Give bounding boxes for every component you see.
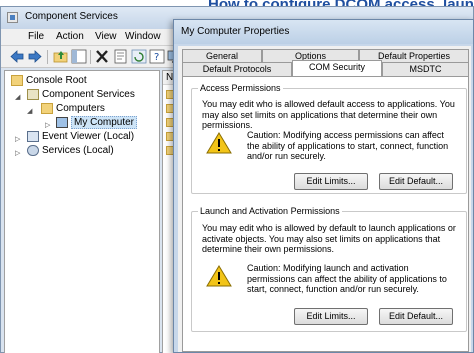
tree-label: Event Viewer (Local) — [42, 131, 135, 142]
tree-label: Component Services — [42, 89, 135, 100]
dialog-title: My Computer Properties — [181, 26, 290, 37]
folder-icon — [41, 103, 53, 114]
access-permissions-description: You may edit who is allowed default acce… — [202, 99, 455, 130]
launch-caution-text: Caution: Modifying launch and activation… — [247, 263, 447, 294]
toolbar-separator — [90, 50, 91, 64]
access-permissions-group: Access Permissions You may edit who is a… — [191, 83, 467, 194]
com-security-tab-page: Access Permissions You may edit who is a… — [182, 76, 469, 352]
my-computer-properties-dialog: My Computer Properties General Options D… — [173, 19, 474, 353]
dialog-body: General Options Default Properties Defau… — [178, 46, 471, 352]
back-arrow-icon[interactable] — [9, 49, 25, 64]
help-icon[interactable]: ? — [149, 49, 165, 64]
tree-label: My Computer — [71, 116, 138, 129]
up-folder-icon[interactable] — [53, 49, 69, 64]
launch-activation-title: Launch and Activation Permissions — [198, 206, 342, 216]
tree-item-event-viewer[interactable]: Event Viewer (Local) — [27, 131, 134, 145]
dialog-title-bar[interactable]: My Computer Properties — [174, 20, 473, 44]
tree-item-console-root[interactable]: Console Root — [11, 75, 87, 89]
tree-item-computers[interactable]: Computers — [41, 103, 105, 117]
toolbar-separator — [47, 50, 48, 64]
expand-arrow-icon[interactable]: ▷ — [45, 121, 50, 129]
properties-icon[interactable] — [113, 49, 129, 64]
tree-label: Console Root — [26, 75, 87, 86]
access-edit-limits-button[interactable]: Edit Limits... — [294, 173, 368, 190]
delete-icon[interactable] — [94, 49, 110, 64]
services-gear-icon — [27, 145, 39, 156]
show-tree-icon[interactable] — [71, 49, 87, 64]
tree-label: Computers — [56, 103, 105, 114]
launch-activation-group: Launch and Activation Permissions You ma… — [191, 206, 467, 332]
warning-icon — [206, 132, 232, 154]
folder-icon — [11, 75, 23, 86]
access-caution-text: Caution: Modifying access permissions ca… — [247, 130, 449, 161]
access-permissions-title: Access Permissions — [198, 83, 283, 93]
forward-arrow-icon[interactable] — [27, 49, 43, 64]
tab-msdtc[interactable]: MSDTC — [382, 62, 469, 76]
access-edit-default-button[interactable]: Edit Default... — [379, 173, 453, 190]
collapse-arrow-icon[interactable]: ◢ — [27, 107, 32, 115]
tree-item-my-computer[interactable]: My Computer — [56, 116, 138, 131]
tree-label: Services (Local) — [42, 145, 114, 156]
component-services-icon — [27, 89, 39, 100]
event-viewer-icon — [27, 131, 39, 142]
console-tree: Console Root ◢ Component Services ◢ Comp… — [4, 70, 160, 353]
warning-icon — [206, 265, 232, 287]
collapse-arrow-icon[interactable]: ◢ — [15, 93, 20, 101]
launch-edit-limits-button[interactable]: Edit Limits... — [294, 308, 368, 325]
expand-arrow-icon[interactable]: ▷ — [15, 135, 20, 143]
tree-item-component-services[interactable]: Component Services — [27, 89, 135, 103]
tab-general[interactable]: General — [182, 49, 262, 62]
menu-view[interactable]: View — [95, 31, 117, 42]
launch-edit-default-button[interactable]: Edit Default... — [379, 308, 453, 325]
menu-action[interactable]: Action — [56, 31, 84, 42]
tab-com-security[interactable]: COM Security — [292, 60, 382, 76]
computer-icon — [56, 117, 68, 128]
component-services-app-icon — [7, 12, 18, 23]
menu-file[interactable]: File — [28, 31, 44, 42]
svg-text:?: ? — [154, 52, 159, 63]
menu-window[interactable]: Window — [125, 31, 161, 42]
refresh-icon[interactable] — [131, 49, 147, 64]
tab-default-protocols[interactable]: Default Protocols — [182, 62, 292, 76]
tree-item-services[interactable]: Services (Local) — [27, 145, 114, 159]
expand-arrow-icon[interactable]: ▷ — [15, 149, 20, 157]
main-window-title: Component Services — [25, 11, 118, 22]
launch-activation-description: You may edit who is allowed by default t… — [202, 223, 456, 254]
